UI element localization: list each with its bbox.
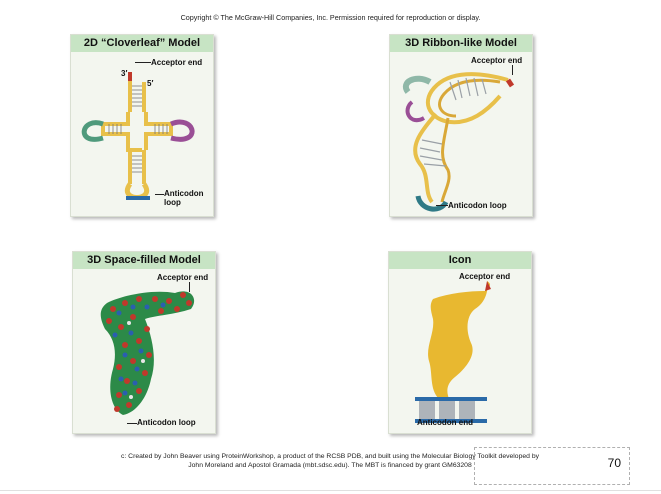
ribbon-acceptor-label: Acceptor end (471, 56, 523, 65)
icon-anticodon-label: Anticodon end (417, 418, 473, 427)
bottom-divider (0, 490, 661, 491)
panel-icon: Icon Acceptor end Anticodon end (388, 251, 532, 434)
panel-title-ribbon: 3D Ribbon-like Model (390, 35, 532, 52)
cloverleaf-anticodon-leader (155, 194, 164, 195)
ribbon-acceptor-leader (512, 65, 513, 75)
spacefill-diagram (100, 291, 195, 415)
cloverleaf-acceptor-leader (135, 62, 151, 63)
spacefill-acceptor-leader (189, 282, 190, 292)
page-number-box: 70 (474, 447, 630, 485)
page-number: 70 (607, 456, 621, 470)
ribbon-anticodon-leader (436, 205, 448, 206)
cloverleaf-anticodon-label: Anticodon (164, 189, 204, 198)
copyright-line: Copyright © The McGraw-Hill Companies, I… (180, 13, 481, 22)
spacefill-acceptor-label: Acceptor end (157, 273, 209, 282)
spacefill-anticodon-label: Anticodon loop (137, 418, 196, 427)
panel-title-cloverleaf: 2D “Cloverleaf” Model (71, 35, 213, 52)
ribbon-anticodon-label: Anticodon loop (448, 201, 507, 210)
cloverleaf-5prime-label: 5′ (147, 79, 154, 88)
panel-title-icon: Icon (389, 252, 531, 269)
cloverleaf-acceptor-label: Acceptor end (151, 58, 203, 67)
panel-title-spacefill: 3D Space-filled Model (73, 252, 215, 269)
cloverleaf-3prime-label: 3′ (121, 69, 128, 78)
panel-spacefill: 3D Space-filled Model Acceptor end Antic… (72, 251, 216, 434)
icon-diagram (415, 281, 491, 423)
ribbon-diagram (403, 72, 515, 212)
icon-acceptor-label: Acceptor end (459, 272, 511, 281)
cloverleaf-anticodon-label-2: loop (164, 198, 181, 207)
spacefill-anticodon-leader (127, 423, 137, 424)
panel-ribbon: 3D Ribbon-like Model Acceptor end Antico… (389, 34, 533, 217)
panel-cloverleaf: 2D “Cloverleaf” Model 3′ 5′ Acceptor end… (70, 34, 214, 217)
